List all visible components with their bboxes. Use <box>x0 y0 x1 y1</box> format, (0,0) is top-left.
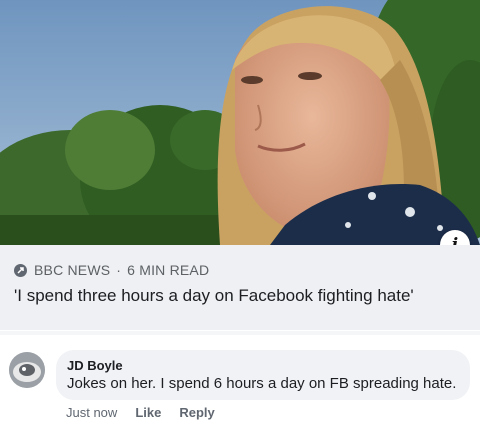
link-source: BBC NEWS <box>34 262 111 278</box>
link-read-time: 6 MIN READ <box>127 262 210 278</box>
avatar[interactable] <box>9 352 45 388</box>
avatar-photo <box>9 352 45 388</box>
woman-portrait-photo <box>0 0 480 245</box>
link-source-row: BBC NEWS · 6 MIN READ <box>14 262 209 278</box>
post-photo[interactable] <box>0 0 480 245</box>
bbc-news-logo-icon <box>14 263 27 277</box>
comment-actions: Just now Like Reply <box>66 405 233 420</box>
link-preview-card[interactable]: BBC NEWS · 6 MIN READ 'I spend three hou… <box>0 245 480 330</box>
comment-item: JD Boyle Jokes on her. I spend 6 hours a… <box>0 340 480 434</box>
link-separator: · <box>116 262 122 278</box>
like-button[interactable]: Like <box>135 405 161 420</box>
reply-button[interactable]: Reply <box>179 405 214 420</box>
comment-timestamp[interactable]: Just now <box>66 405 117 420</box>
section-divider <box>0 331 480 335</box>
comment-author[interactable]: JD Boyle <box>67 358 123 373</box>
comment-bubble: JD Boyle Jokes on her. I spend 6 hours a… <box>56 350 470 400</box>
comment-text: Jokes on her. I spend 6 hours a day on F… <box>67 375 457 392</box>
link-headline[interactable]: 'I spend three hours a day on Facebook f… <box>14 285 454 306</box>
